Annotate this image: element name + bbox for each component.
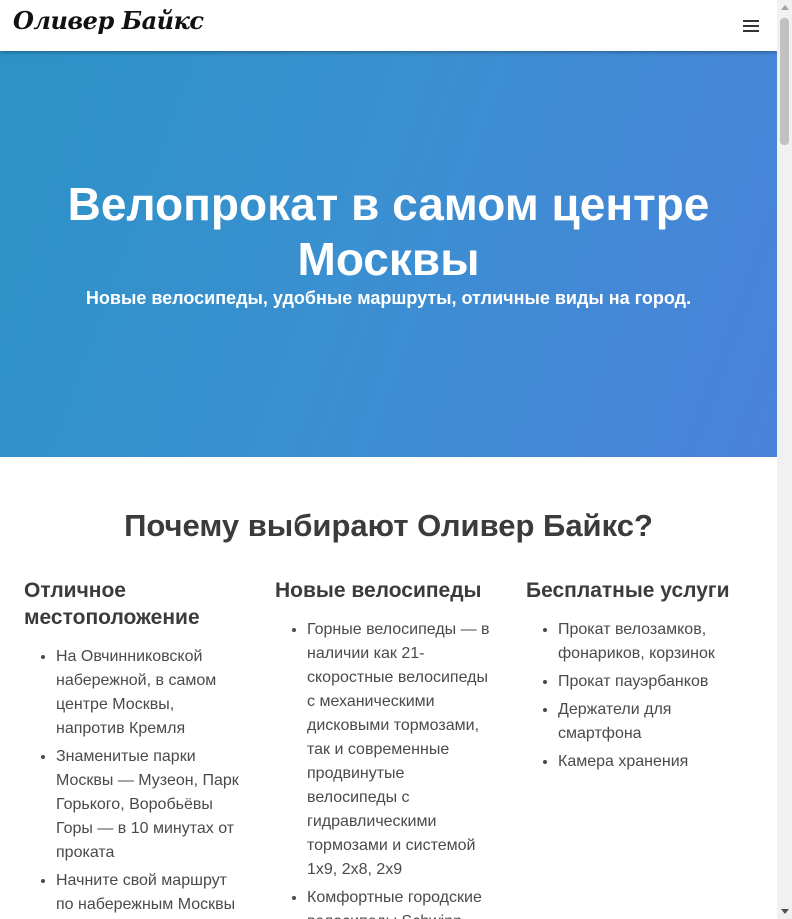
feature-list: На Овчинниковской набережной, в самом це…: [24, 645, 246, 917]
list-item: Начните свой маршрут по набережным Москв…: [56, 869, 246, 917]
hero-banner: Велопрокат в самом центре Москвы Новые в…: [0, 51, 777, 457]
logo[interactable]: Оливер Байкс: [13, 6, 204, 35]
feature-heading: Бесплатные услуги: [526, 579, 730, 602]
list-item: Прокат пауэрбанков: [558, 670, 751, 694]
site-header: Оливер Байкс: [0, 0, 777, 51]
feature-list: Горные велосипеды — в наличии как 21-ско…: [275, 618, 497, 919]
scroll-up-icon[interactable]: [781, 5, 789, 10]
list-item: Горные велосипеды — в наличии как 21-ско…: [307, 618, 497, 882]
vertical-scrollbar[interactable]: [777, 0, 792, 919]
hero-subtitle: Новые велосипеды, удобные маршруты, отли…: [85, 288, 692, 308]
list-item: Знаменитые парки Москвы — Музеон, Парк Г…: [56, 745, 246, 865]
feature-column-services: Бесплатные услуги Прокат велозамков, фон…: [526, 577, 751, 778]
feature-column-bikes: Новые велосипеды Горные велосипеды — в н…: [275, 577, 497, 919]
feature-heading: Новые велосипеды: [275, 579, 482, 602]
scroll-down-icon[interactable]: [781, 909, 789, 914]
list-item: Прокат велозамков, фонариков, корзинок: [558, 618, 751, 666]
list-item: На Овчинниковской набережной, в самом це…: [56, 645, 246, 741]
feature-heading: Отличное местоположение: [24, 579, 200, 629]
hero-title: Велопрокат в самом центре Москвы: [67, 178, 710, 285]
why-section-title: Почему выбирают Оливер Байкс?: [124, 508, 653, 543]
feature-column-location: Отличное местоположение На Овчинниковско…: [24, 577, 246, 919]
hamburger-menu-icon[interactable]: [740, 18, 762, 34]
page: Оливер Байкс Велопрокат в самом центре М…: [0, 0, 777, 919]
list-item: Камера хранения: [558, 750, 751, 774]
list-item: Держатели для смартфона: [558, 698, 751, 746]
feature-list: Прокат велозамков, фонариков, корзинок П…: [526, 618, 751, 774]
scrollbar-thumb[interactable]: [780, 18, 789, 145]
list-item: Комфортные городские велосипеды Schwinn: [307, 886, 497, 919]
